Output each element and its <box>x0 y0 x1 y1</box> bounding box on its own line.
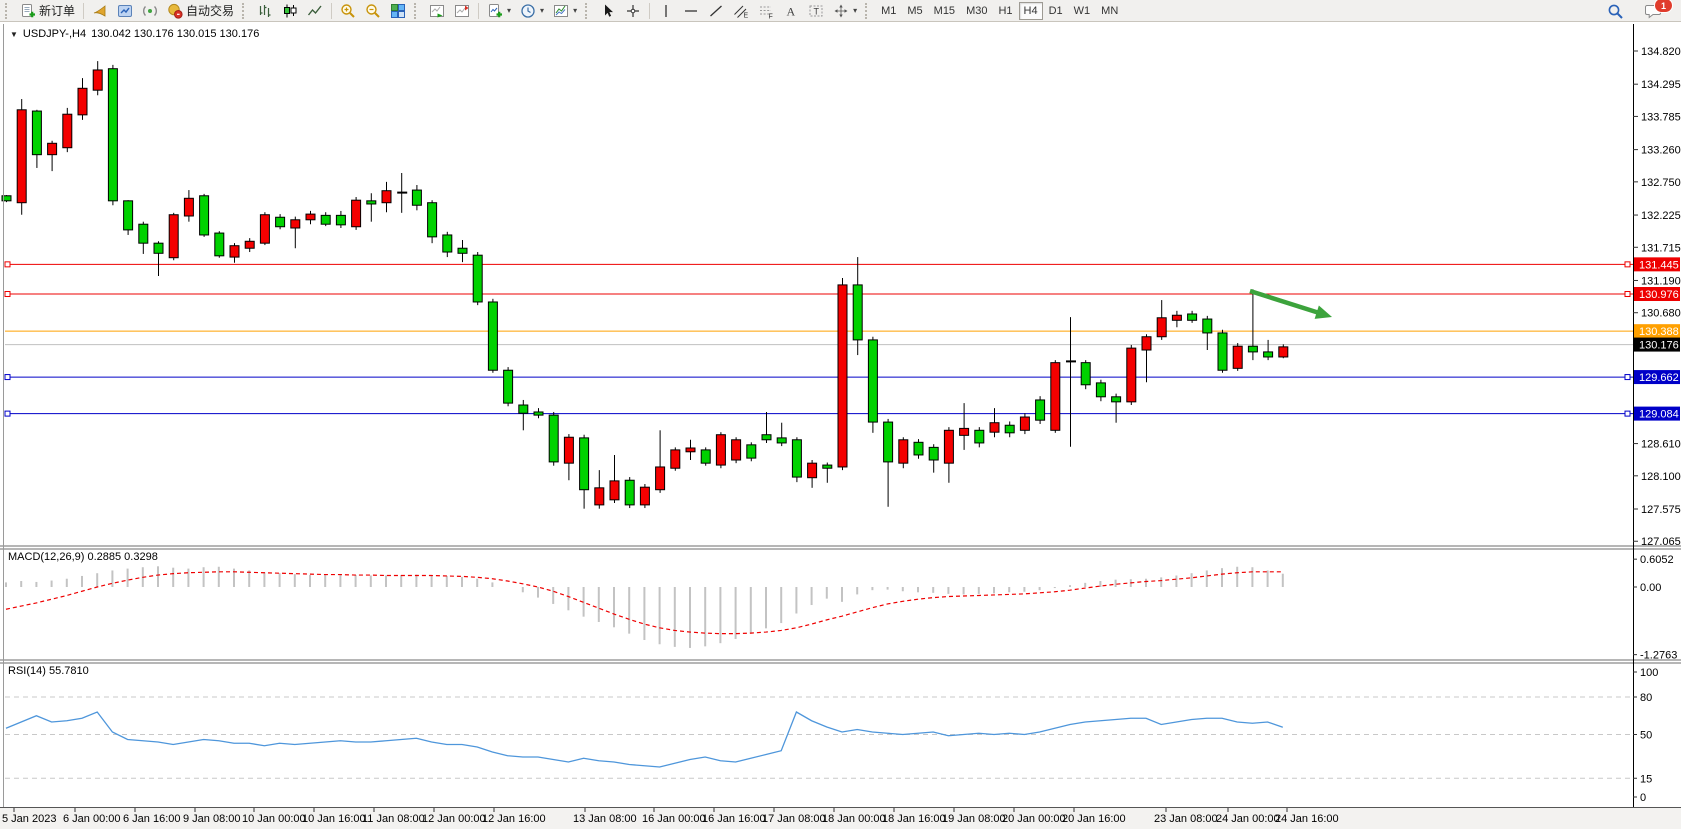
svg-text:127.065: 127.065 <box>1641 536 1681 548</box>
svg-text:17 Jan 08:00: 17 Jan 08:00 <box>762 813 826 825</box>
svg-text:133.785: 133.785 <box>1641 111 1681 123</box>
svg-text:134.295: 134.295 <box>1641 79 1681 91</box>
rsi-indicator-label: RSI(14) 55.7810 <box>8 665 89 677</box>
svg-text:19 Jan 08:00: 19 Jan 08:00 <box>942 813 1006 825</box>
svg-text:24 Jan 00:00: 24 Jan 00:00 <box>1216 813 1280 825</box>
svg-text:16 Jan 00:00: 16 Jan 00:00 <box>642 813 706 825</box>
price-box-131.445: 131.445 <box>1634 257 1680 271</box>
svg-text:-1.2763: -1.2763 <box>1640 650 1677 662</box>
svg-text:18 Jan 16:00: 18 Jan 16:00 <box>882 813 946 825</box>
svg-text:100: 100 <box>1640 667 1658 679</box>
svg-text:127.575: 127.575 <box>1641 504 1681 516</box>
svg-text:0.6052: 0.6052 <box>1640 554 1674 566</box>
svg-text:130.388: 130.388 <box>1639 326 1679 338</box>
svg-text:80: 80 <box>1640 692 1652 704</box>
svg-text:10 Jan 16:00: 10 Jan 16:00 <box>302 813 366 825</box>
svg-text:128.100: 128.100 <box>1641 471 1681 483</box>
svg-text:134.820: 134.820 <box>1641 46 1681 58</box>
svg-text:5 Jan 2023: 5 Jan 2023 <box>2 813 56 825</box>
svg-text:130.680: 130.680 <box>1641 308 1681 320</box>
svg-text:129.084: 129.084 <box>1639 409 1679 421</box>
chart-menu-arrow-icon[interactable]: ▼ <box>10 30 18 39</box>
svg-text:15: 15 <box>1640 773 1652 785</box>
price-box-130.176: 130.176 <box>1634 338 1680 352</box>
svg-text:50: 50 <box>1640 730 1652 742</box>
chart-symbol-period: USDJPY-,H4 <box>23 28 86 40</box>
svg-text:0.00: 0.00 <box>1640 582 1661 594</box>
svg-text:11 Jan 08:00: 11 Jan 08:00 <box>362 813 425 825</box>
svg-text:12 Jan 16:00: 12 Jan 16:00 <box>482 813 546 825</box>
svg-text:133.260: 133.260 <box>1641 145 1681 157</box>
svg-text:18 Jan 00:00: 18 Jan 00:00 <box>822 813 886 825</box>
svg-text:129.662: 129.662 <box>1639 372 1679 384</box>
svg-text:131.715: 131.715 <box>1641 242 1681 254</box>
svg-text:24 Jan 16:00: 24 Jan 16:00 <box>1275 813 1339 825</box>
svg-text:130.976: 130.976 <box>1639 289 1679 301</box>
svg-text:16 Jan 16:00: 16 Jan 16:00 <box>702 813 766 825</box>
svg-text:132.750: 132.750 <box>1641 177 1681 189</box>
chart-ohlc-values: 130.042 130.176 130.015 130.176 <box>91 28 259 40</box>
price-box-130.388: 130.388 <box>1634 324 1680 338</box>
svg-text:131.445: 131.445 <box>1639 259 1679 271</box>
svg-text:20 Jan 00:00: 20 Jan 00:00 <box>1002 813 1066 825</box>
svg-text:130.176: 130.176 <box>1639 340 1679 352</box>
svg-text:6 Jan 00:00: 6 Jan 00:00 <box>63 813 121 825</box>
svg-text:132.225: 132.225 <box>1641 210 1681 222</box>
macd-indicator-label: MACD(12,26,9) 0.2885 0.3298 <box>8 551 158 563</box>
chart-canvas[interactable]: 134.820 134.295 133.785 133.260 132.750 132.2… <box>0 0 1681 829</box>
svg-text:9 Jan 08:00: 9 Jan 08:00 <box>183 813 241 825</box>
svg-text:13 Jan 08:00: 13 Jan 08:00 <box>573 813 637 825</box>
price-box-129.662: 129.662 <box>1634 370 1680 384</box>
svg-text:20 Jan 16:00: 20 Jan 16:00 <box>1062 813 1126 825</box>
svg-text:10 Jan 00:00: 10 Jan 00:00 <box>242 813 306 825</box>
svg-text:6 Jan 16:00: 6 Jan 16:00 <box>123 813 181 825</box>
mt4-window: 新订单 自动交易 <box>0 0 1681 829</box>
chart-title: ▼ USDJPY-,H4 130.042 130.176 130.015 130… <box>10 28 259 40</box>
price-box-129.084: 129.084 <box>1634 407 1680 421</box>
svg-text:23 Jan 08:00: 23 Jan 08:00 <box>1154 813 1218 825</box>
svg-text:128.610: 128.610 <box>1641 439 1681 451</box>
price-box-130.976: 130.976 <box>1634 287 1680 301</box>
svg-text:12 Jan 00:00: 12 Jan 00:00 <box>422 813 486 825</box>
svg-text:131.190: 131.190 <box>1641 275 1681 287</box>
svg-text:0: 0 <box>1640 792 1646 804</box>
